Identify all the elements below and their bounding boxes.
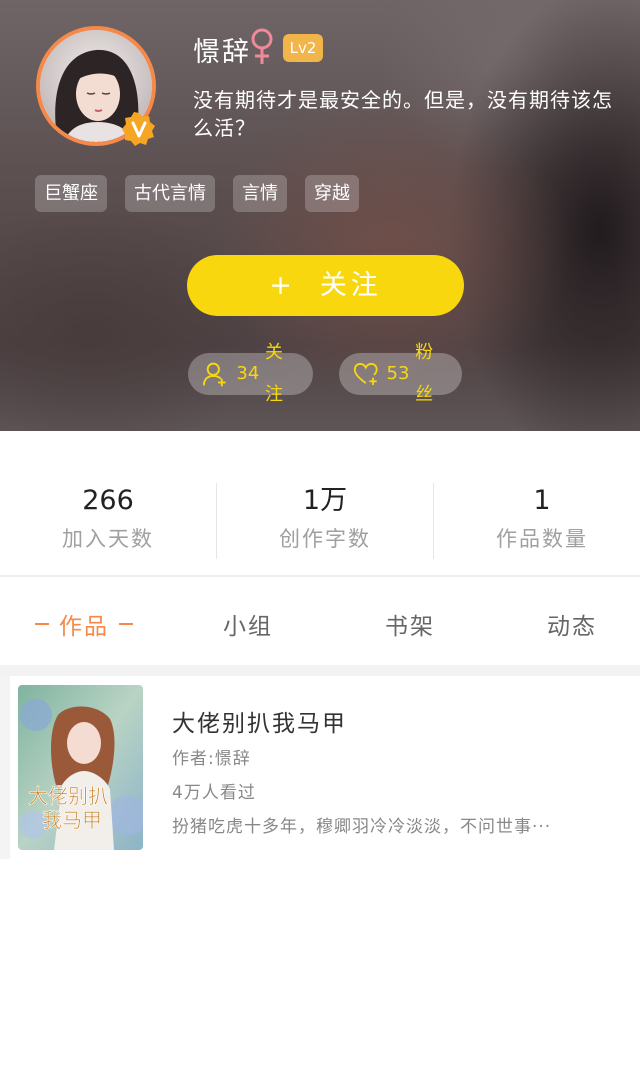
level-badge: Lv2 [283, 34, 323, 62]
fans-label: 粉丝 [415, 342, 434, 405]
stat-value: 266 [82, 485, 134, 516]
user-plus-icon [202, 362, 226, 387]
stat-value: 1万 [302, 485, 348, 516]
work-views: 4万人看过 [172, 783, 256, 803]
stat-word-count: 1万 创作字数 [217, 483, 433, 553]
following-count-button[interactable]: 34 关注 [188, 342, 313, 405]
stat-label: 加入天数 [62, 527, 154, 551]
stats-row: 266 加入天数 1万 创作字数 1 作品数量 [0, 431, 640, 577]
work-title[interactable]: 大佬别扒我马甲 [172, 704, 347, 738]
profile-motto: 没有期待才是最安全的。但是，没有期待该怎么活？ [193, 88, 613, 140]
work-list-item[interactable]: 大佬别扒 我马甲 大佬别扒我马甲 作者:憬辞 4万人看过 扮猪吃虎十多年，穆卿羽… [10, 676, 640, 859]
cover-title-text: 大佬别扒 [28, 784, 108, 808]
profile-tabs: 作品 小组 书架 动态 [0, 579, 640, 665]
cover-title-text: 我马甲 [42, 808, 102, 832]
book-cover[interactable]: 大佬别扒 我马甲 [18, 685, 143, 850]
stat-label: 作品数量 [496, 527, 588, 551]
tab-activity[interactable]: 动态 [547, 607, 597, 641]
work-description: 扮猪吃虎十多年，穆卿羽冷冷淡淡，不问世事··· [172, 817, 552, 837]
book-cover-image: 大佬别扒 我马甲 [18, 685, 143, 850]
plus-icon: + [269, 270, 296, 301]
tab-indicator [119, 623, 133, 625]
fans-count: 53 [386, 363, 410, 384]
tab-bookshelf[interactable]: 书架 [385, 607, 435, 641]
work-author: 作者:憬辞 [172, 749, 251, 769]
tag-item[interactable]: 穿越 [305, 175, 359, 212]
verified-badge-icon [122, 112, 155, 146]
tab-works-label: 作品 [59, 614, 109, 640]
fans-count-button[interactable]: 53 粉丝 [339, 342, 462, 405]
female-icon [251, 28, 273, 64]
follow-button[interactable]: + 关注 [187, 255, 464, 316]
following-label: 关注 [265, 342, 284, 405]
tab-works[interactable]: 作品 [35, 607, 133, 641]
stat-value: 1 [533, 485, 551, 516]
list-gutter [0, 676, 10, 859]
tab-groups[interactable]: 小组 [223, 607, 273, 641]
section-divider [0, 665, 640, 676]
tag-item[interactable]: 巨蟹座 [35, 175, 107, 212]
tab-indicator [35, 623, 49, 625]
nickname: 憬辞 [193, 37, 251, 68]
heart-plus-icon [353, 363, 378, 385]
tag-item[interactable]: 古代言情 [125, 175, 215, 212]
tag-list: 巨蟹座 古代言情 言情 穿越 [35, 175, 359, 212]
stat-joined-days: 266 加入天数 [0, 483, 216, 553]
profile-header: 憬辞 Lv2 没有期待才是最安全的。但是，没有期待该怎么活？ 巨蟹座 古代言情 … [0, 0, 640, 431]
stat-label: 创作字数 [279, 527, 371, 551]
stat-works-count: 1 作品数量 [434, 483, 640, 553]
tag-item[interactable]: 言情 [233, 175, 287, 212]
following-count: 34 [236, 363, 260, 384]
follow-button-label: 关注 [319, 270, 382, 301]
